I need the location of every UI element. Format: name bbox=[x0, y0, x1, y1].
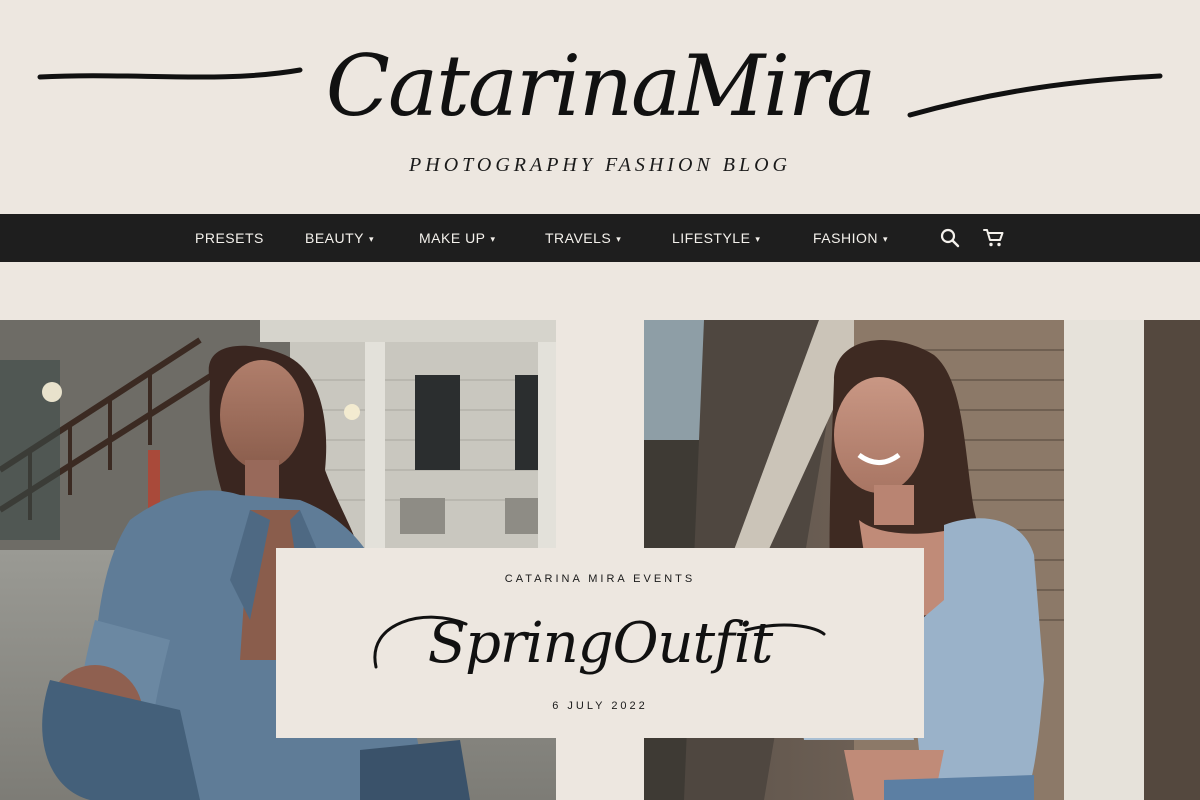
logo-text: CatarinaMira bbox=[326, 37, 875, 135]
nav-item-lifestyle[interactable]: LIFESTYLE ▾ bbox=[672, 214, 760, 262]
post-title[interactable]: SpringOutfit bbox=[428, 611, 775, 676]
nav-item-label: LIFESTYLE bbox=[672, 230, 751, 246]
nav-item-label: TRAVELS bbox=[545, 230, 612, 246]
nav-item-fashion[interactable]: FASHION ▾ bbox=[813, 214, 888, 262]
nav-item-label: MAKE UP bbox=[419, 230, 486, 246]
post-title-graphic: SpringOutfit bbox=[373, 611, 826, 676]
nav-item-label: PRESETS bbox=[195, 230, 264, 246]
post-category: CATARINA MIRA EVENTS bbox=[504, 573, 696, 585]
cart-icon[interactable] bbox=[983, 228, 1005, 248]
site-header: CatarinaMira PHOTOGRAPHY FASHION BLOG bbox=[0, 0, 1200, 214]
nav-item-label: BEAUTY bbox=[305, 230, 365, 246]
logo-left-swash bbox=[37, 67, 303, 80]
site-logo[interactable]: CatarinaMira bbox=[0, 20, 1200, 150]
search-icon[interactable] bbox=[940, 228, 960, 248]
nav-item-travels[interactable]: TRAVELS ▾ bbox=[545, 214, 621, 262]
nav-item-label: FASHION bbox=[813, 230, 878, 246]
post-date: 6 JULY 2022 bbox=[552, 700, 648, 712]
logo-right-swash bbox=[907, 73, 1163, 118]
nav-item-make-up[interactable]: MAKE UP ▾ bbox=[419, 214, 496, 262]
chevron-down-icon: ▾ bbox=[882, 234, 888, 244]
nav-item-beauty[interactable]: BEAUTY ▾ bbox=[305, 214, 374, 262]
chevron-down-icon: ▾ bbox=[490, 234, 496, 244]
chevron-down-icon: ▾ bbox=[755, 234, 761, 244]
main-navbar: PRESETS BEAUTY ▾ MAKE UP ▾ TRAVELS ▾ LIFEST… bbox=[0, 214, 1200, 262]
nav-item-presets[interactable]: PRESETS bbox=[195, 214, 264, 262]
featured-post-card[interactable]: CATARINA MIRA EVENTS SpringOutfit 6 JULY… bbox=[276, 548, 924, 738]
site-tagline: PHOTOGRAPHY FASHION BLOG bbox=[409, 154, 791, 176]
chevron-down-icon: ▾ bbox=[616, 234, 622, 244]
chevron-down-icon: ▾ bbox=[369, 234, 375, 244]
